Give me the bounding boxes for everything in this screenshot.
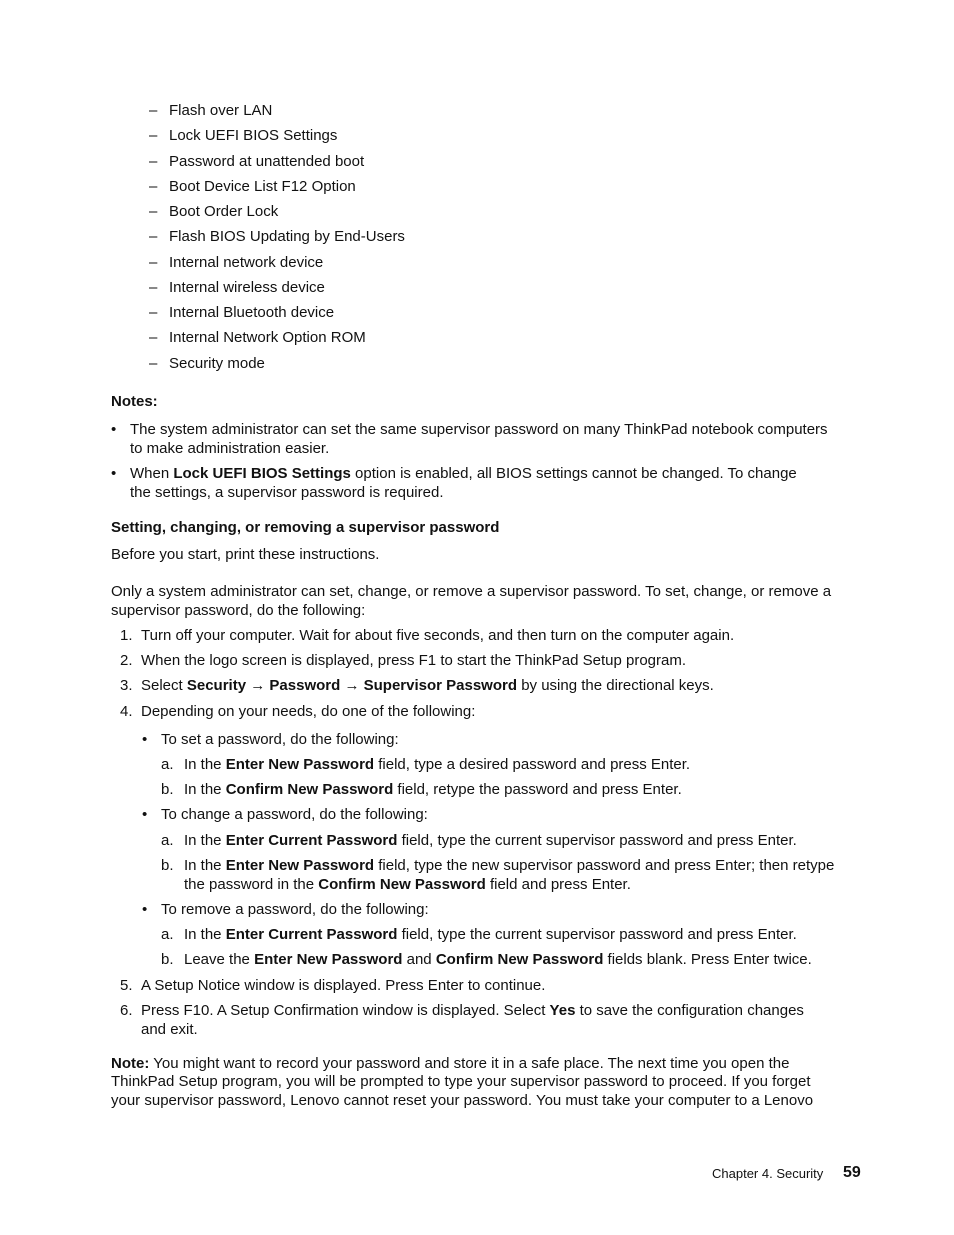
bullet-icon: • bbox=[111, 465, 117, 482]
bullet-icon: • bbox=[111, 421, 117, 438]
dash-list-item: – Internal network device bbox=[149, 254, 324, 271]
change-substep-a: a. In the Enter Current Password field, t… bbox=[161, 832, 797, 849]
set-password-item: • To set a password, do the following: bbox=[142, 731, 399, 748]
change-password-item: • To change a password, do the following: bbox=[142, 806, 428, 823]
bullet-icon: • bbox=[142, 806, 148, 823]
notes-item: • The system administrator can set the sa… bbox=[111, 421, 828, 438]
intro-paragraph: Before you start, print these instructio… bbox=[111, 546, 380, 563]
note-paragraph-line: your supervisor password, Lenovo cannot … bbox=[111, 1092, 814, 1109]
change-substep-b: b. In the Enter New Password field, type … bbox=[161, 857, 835, 874]
note-label: Note: bbox=[111, 1055, 150, 1072]
notes-item: • When Lock UEFI BIOS Settings option is … bbox=[111, 465, 797, 482]
remove-password-item: • To remove a password, do the following: bbox=[142, 901, 429, 918]
page-number: 59 bbox=[843, 1164, 861, 1181]
dash-list-item: – Flash over LAN bbox=[149, 102, 273, 119]
section-heading: Setting, changing, or removing a supervi… bbox=[111, 519, 500, 536]
set-substep-b: b. In the Confirm New Password field, ret… bbox=[161, 781, 682, 798]
dash-list-item: – Internal Network Option ROM bbox=[149, 329, 366, 346]
dash-list-item: – Internal wireless device bbox=[149, 279, 325, 296]
notes-item-continuation: to make administration easier. bbox=[130, 440, 330, 457]
dash-list-item: – Boot Device List F12 Option bbox=[149, 178, 356, 195]
step-4: 4. Depending on your needs, do one of the… bbox=[120, 703, 476, 720]
intro-paragraph-continuation: supervisor password, do the following: bbox=[111, 602, 366, 619]
dash-list-item: – Flash BIOS Updating by End-Users bbox=[149, 228, 405, 245]
note-paragraph-line: ThinkPad Setup program, you will be prom… bbox=[111, 1073, 811, 1090]
dash-list-item: – Boot Order Lock bbox=[149, 203, 279, 220]
step-6: 6. Press F10. A Setup Confirmation window… bbox=[120, 1002, 804, 1019]
bullet-icon: • bbox=[142, 901, 148, 918]
dash-list-item: – Security mode bbox=[149, 355, 265, 372]
change-substep-b-continuation: the password in the Confirm New Password… bbox=[184, 876, 631, 893]
step-3: 3. Select Security → Password → Superviso… bbox=[120, 677, 714, 694]
step-2: 2. When the logo screen is displayed, pre… bbox=[120, 652, 687, 669]
dash-list-item: – Internal Bluetooth device bbox=[149, 304, 335, 321]
arrow-right-icon: → bbox=[250, 677, 266, 694]
bullet-icon: • bbox=[142, 731, 148, 748]
footer-chapter: Chapter 4. Security bbox=[712, 1166, 824, 1181]
notes-item-continuation: the settings, a supervisor password is r… bbox=[130, 484, 444, 501]
intro-paragraph: Only a system administrator can set, cha… bbox=[111, 583, 832, 600]
step-5: 5. A Setup Notice window is displayed. Pr… bbox=[120, 977, 546, 994]
notes-heading: Notes: bbox=[111, 393, 158, 410]
step-6-continuation: and exit. bbox=[141, 1021, 198, 1038]
step-1: 1. Turn off your computer. Wait for about… bbox=[120, 627, 735, 644]
remove-substep-a: a. In the Enter Current Password field, t… bbox=[161, 926, 797, 943]
dash-list-item: – Lock UEFI BIOS Settings bbox=[149, 127, 338, 144]
arrow-right-icon: → bbox=[344, 677, 360, 694]
note-paragraph: Note: You might want to record your pass… bbox=[111, 1055, 790, 1072]
set-substep-a: a. In the Enter New Password field, type … bbox=[161, 756, 691, 773]
remove-substep-b: b. Leave the Enter New Password and Confi… bbox=[161, 951, 812, 968]
dash-list-item: – Password at unattended boot bbox=[149, 153, 365, 170]
